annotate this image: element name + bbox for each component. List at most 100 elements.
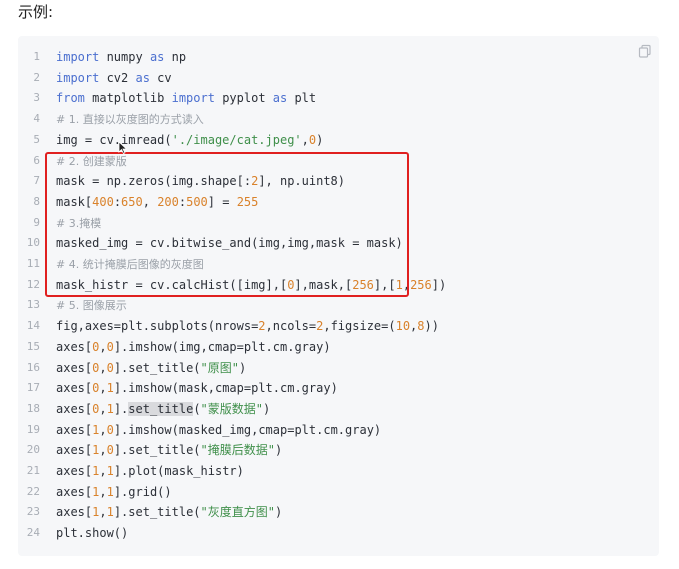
code-token: 1 [106,381,114,396]
code-text: axes[1,1].set_title("灰度直方图") [56,502,282,523]
code-line: 5 img = cv.imread('./image/cat.jpeg',0) [18,130,659,151]
code-token: , [99,505,107,520]
code-line: 16 axes[0,0].set_title("原图") [18,358,659,379]
code-token: "原图" [200,360,239,375]
code-token: 0 [106,422,114,437]
code-line: 10 masked_img = cv.bitwise_and(img,img,ma… [18,233,659,254]
code-token: ) [263,401,271,416]
code-token: # 5. 图像展示 [56,299,127,313]
code-token: masked_img = cv.bitwise_and(img,img,mask… [56,236,403,251]
code-token: , [142,194,158,209]
code-line: 24 plt.show() [18,523,659,544]
code-text: plt.show() [56,523,128,544]
line-number: 14 [26,319,40,333]
code-token: ) [238,360,247,375]
code-token: 1 [106,464,114,478]
code-token: ].imshow(mask,cmap=plt.cm.gray) [113,381,338,396]
code-text: axes[0,1].set_title("蒙版数据") [56,399,270,420]
code-token: plt [287,91,317,106]
code-token: mask = np.zeros(img.shape[: [56,174,252,189]
code-line: 11 # 4. 统计掩膜后图像的灰度图 [18,254,659,275]
code-text: axes[0,0].imshow(img,cmap=plt.cm.gray) [56,337,331,358]
line-number: 24 [26,526,40,540]
code-token: ].set_title( [113,360,201,375]
code-token: axes[ [56,464,93,478]
code-line: 17 axes[0,1].imshow(mask,cmap=plt.cm.gray… [18,378,659,399]
code-token: 400 [92,194,114,209]
code-token: pyplot [214,91,273,106]
line-number: 17 [26,381,40,395]
code-line: 12 mask_histr = cv.calcHist([img],[0],mas… [18,275,659,296]
code-token: : [113,194,122,209]
line-number: 20 [26,443,40,457]
code-line: 3 from matplotlib import pyplot as plt [18,88,659,109]
code-text: import numpy as np [56,47,186,68]
code-token: fig,axes=plt.subplots(nrows= [56,319,259,334]
code-token: ] = [207,194,237,209]
code-token: mask[ [56,194,93,209]
code-token: ,ncols= [265,319,317,334]
code-token: , [301,132,309,147]
code-token: ) [274,443,283,458]
code-text: mask_histr = cv.calcHist([img],[0],mask,… [56,275,446,296]
code-token: 1 [106,505,114,520]
code-text: axes[0,1].imshow(mask,cmap=plt.cm.gray) [56,378,338,399]
line-number: 15 [26,339,40,353]
line-number: 21 [26,464,40,477]
code-token: 2 [258,319,266,334]
code-token: ) [316,132,324,147]
code-line: 6 # 2. 创建蒙版 [18,151,659,172]
code-line: 4 # 1. 直接以灰度图的方式读入 [18,109,659,130]
code-token: ( [193,401,201,416]
code-line: 15 axes[0,0].imshow(img,cmap=plt.cm.gray) [18,337,659,358]
code-token: cv [149,70,172,85]
line-number: 5 [33,132,40,146]
code-text: # 4. 统计掩膜后图像的灰度图 [56,254,204,276]
line-number: 22 [26,484,40,498]
code-line: 9 # 3.掩模 [18,213,659,234]
code-token: axes[ [56,443,93,458]
code-token: , [99,422,107,437]
code-token: "掩膜后数据" [200,443,275,458]
code-line: 19 axes[1,0].imshow(masked_img,cmap=plt.c… [18,420,659,441]
code-token: from [56,91,85,106]
line-number: 18 [26,401,40,415]
code-token: 256 [352,277,374,292]
code-line: 2 import cv2 as cv [18,68,659,89]
code-token: matplotlib [84,91,172,106]
code-token: plt.show() [56,526,129,541]
code-token: "灰度直方图" [200,505,275,520]
code-token: import [56,70,100,85]
line-number: 23 [26,505,40,519]
line-number: 9 [33,215,40,229]
code-text: mask[400:650, 200:500] = 255 [56,192,258,213]
code-token: ].set_title( [113,443,201,458]
line-number: 7 [33,174,40,188]
code-token: 256 [410,277,432,292]
code-line: 22 axes[1,1].grid() [18,482,659,503]
section-heading: 示例: [18,3,54,21]
code-token: axes[ [56,401,93,416]
code-token: axes[ [56,339,93,354]
code-token: set_title [128,401,194,416]
code-token: ].plot(mask_histr) [113,464,244,478]
code-token: , [402,277,411,292]
code-token: axes[ [56,360,93,375]
code-token: # 4. 统计掩膜后图像的灰度图 [56,258,204,271]
code-token: # 1. 直接以灰度图的方式读入 [56,113,204,127]
code-block: 1 import numpy as np 2 import cv2 as cv 3 fro… [18,36,659,556]
code-line: 20 axes[1,0].set_title("掩膜后数据") [18,440,659,461]
code-token: 200 [157,194,179,209]
code-token: import [171,91,215,106]
code-token: axes[ [56,505,93,520]
mouse-cursor-icon [118,142,128,154]
code-token: as [135,70,150,85]
code-line: 13 # 5. 图像展示 [18,295,659,316]
line-number: 4 [33,112,40,126]
code-token: ]. [113,401,129,416]
line-number: 3 [33,91,40,105]
code-token: ], np.uint8) [258,174,346,189]
code-token: ]) [431,277,447,292]
code-token: , [99,443,107,458]
code-token: np [164,50,187,64]
